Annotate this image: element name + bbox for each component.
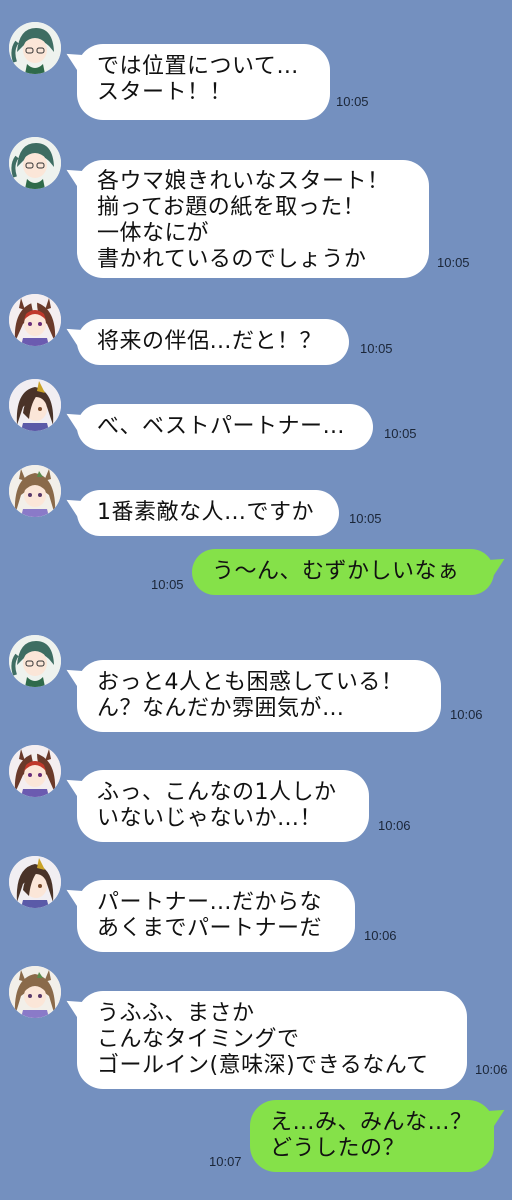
message-bubble[interactable]: 将来の伴侶…だと！？ <box>77 319 349 365</box>
message-time: 10:05 <box>360 341 393 356</box>
long-hair-horse-girl-avatar[interactable] <box>9 465 61 517</box>
message-bubble[interactable]: う～ん、むずかしいなぁ <box>192 549 494 595</box>
message-bubble[interactable]: うふふ、まさか こんなタイミングで ゴールイン(意味深)できるなんて <box>77 991 467 1089</box>
message-time: 10:07 <box>209 1154 242 1169</box>
message-time: 10:06 <box>450 707 483 722</box>
brown-hair-horse-girl-avatar[interactable] <box>9 856 61 908</box>
message-bubble[interactable]: べ、ベストパートナー… <box>77 404 373 450</box>
long-hair-horse-girl-avatar[interactable] <box>9 966 61 1018</box>
green-hair-glasses-avatar[interactable] <box>9 635 61 687</box>
message-time: 10:05 <box>336 94 369 109</box>
message-time: 10:06 <box>475 1062 508 1077</box>
message-time: 10:05 <box>151 577 184 592</box>
message-time: 10:05 <box>349 511 382 526</box>
green-hair-glasses-avatar[interactable] <box>9 137 61 189</box>
message-bubble[interactable]: 1番素敵な人…ですか <box>77 490 339 536</box>
message-bubble[interactable]: ふっ、こんなの1人しか いないじゃないか…！ <box>77 770 369 842</box>
red-streak-horse-girl-avatar[interactable] <box>9 294 61 346</box>
message-time: 10:05 <box>437 255 470 270</box>
red-streak-horse-girl-avatar[interactable] <box>9 745 61 797</box>
message-time: 10:05 <box>384 426 417 441</box>
green-hair-glasses-avatar[interactable] <box>9 22 61 74</box>
message-bubble[interactable]: おっと4人とも困惑している！ ん？なんだか雰囲気が… <box>77 660 441 732</box>
brown-hair-horse-girl-avatar[interactable] <box>9 379 61 431</box>
chat-area: では位置について… スタート！！ 10:05 各ウマ娘きれいなスタート！ 揃って… <box>0 0 512 1200</box>
message-time: 10:06 <box>364 928 397 943</box>
message-bubble[interactable]: 各ウマ娘きれいなスタート！ 揃ってお題の紙を取った！ 一体なにが 書かれているの… <box>77 160 429 278</box>
message-bubble[interactable]: パートナー…だからな あくまでパートナーだ <box>77 880 355 952</box>
message-bubble[interactable]: え…み、みんな…？ どうしたの？ <box>250 1100 494 1172</box>
message-bubble[interactable]: では位置について… スタート！！ <box>77 44 330 120</box>
message-time: 10:06 <box>378 818 411 833</box>
